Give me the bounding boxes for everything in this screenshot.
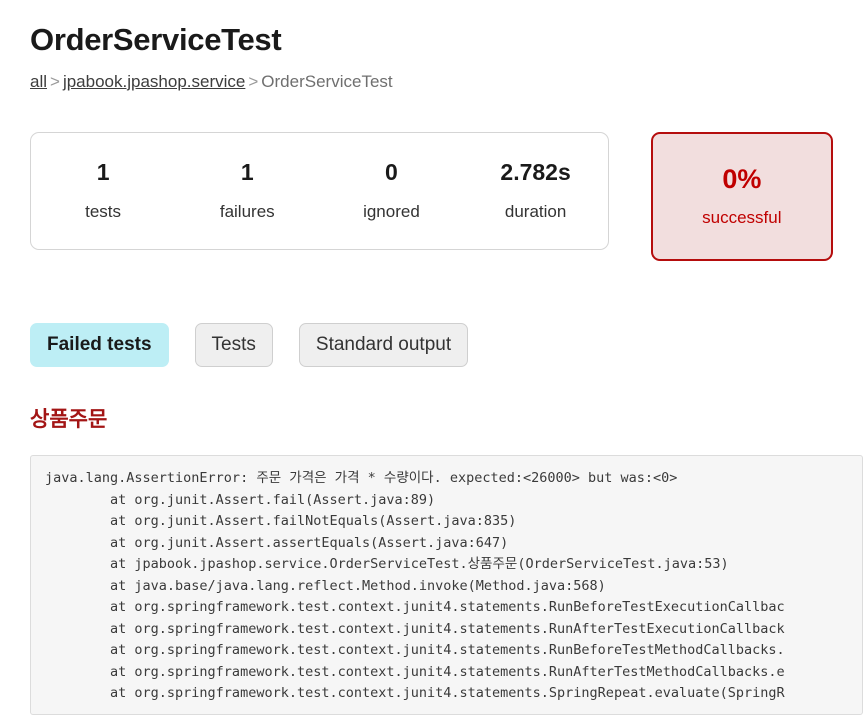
success-rate-label: successful: [702, 208, 782, 228]
success-rate-value: 0%: [722, 163, 762, 194]
breadcrumb-link-package[interactable]: jpabook.jpashop.service: [63, 72, 245, 91]
breadcrumb-current: OrderServiceTest: [261, 72, 393, 91]
failed-test-name: 상품주문: [30, 408, 108, 431]
stat-failures: 1 failures: [175, 160, 319, 221]
stat-tests: 1 tests: [31, 160, 175, 221]
breadcrumb-link-all[interactable]: all: [30, 72, 47, 91]
stat-ignored-label: ignored: [363, 201, 420, 221]
success-rate-box: 0% successful: [650, 132, 833, 261]
breadcrumb-separator-1: >: [50, 72, 60, 91]
stat-failures-label: failures: [219, 201, 275, 221]
stat-ignored-value: 0: [385, 159, 398, 186]
breadcrumb: all > jpabook.jpashop.service > OrderService…: [30, 72, 833, 92]
stat-ignored: 0 ignored: [319, 160, 463, 221]
stat-duration-label: duration: [504, 201, 567, 221]
tab-bar: Failed tests Tests Standard output: [30, 323, 833, 367]
stat-duration-value: 2.782s: [500, 159, 571, 186]
test-report-page: OrderServiceTest all > jpabook.jpashop.ser…: [0, 0, 863, 715]
summary-row: 1 tests 1 failures 0 ignored 2.782s dura…: [30, 132, 833, 261]
stack-trace-block: java.lang.AssertionError: 주문 가격은 가격 * 수량…: [30, 455, 863, 715]
tab-tests[interactable]: Tests: [194, 323, 273, 367]
tab-standard-output[interactable]: Standard output: [298, 323, 469, 367]
stat-failures-value: 1: [240, 159, 254, 186]
stat-duration: 2.782s duration: [464, 160, 608, 221]
stats-box: 1 tests 1 failures 0 ignored 2.782s dura…: [30, 132, 609, 250]
page-title: OrderServiceTest: [30, 22, 282, 57]
stat-tests-value: 1: [96, 159, 110, 186]
breadcrumb-separator-2: >: [248, 72, 259, 91]
stat-tests-label: tests: [85, 201, 122, 221]
tab-failed-tests[interactable]: Failed tests: [30, 323, 169, 367]
